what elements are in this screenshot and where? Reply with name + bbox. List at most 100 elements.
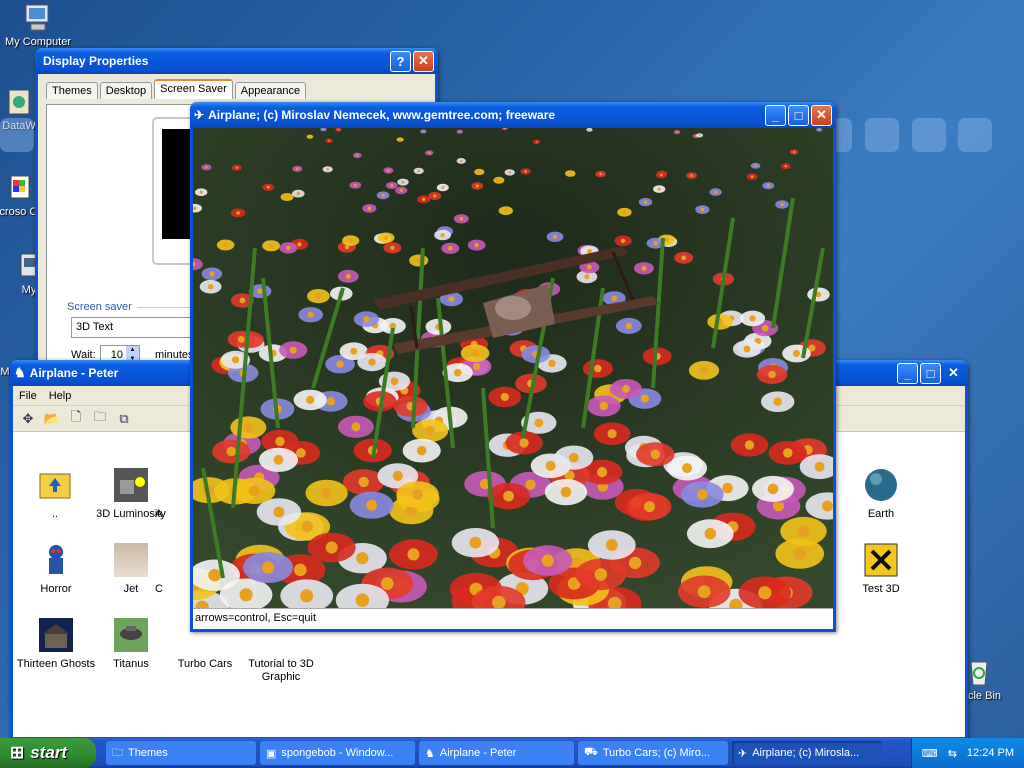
task-airplane-peter[interactable]: ♞ Airplane - Peter — [419, 741, 574, 765]
flower-center — [381, 193, 385, 197]
title-bar[interactable]: ✈ Airplane; (c) Miroslav Nemecek, www.ge… — [190, 102, 836, 128]
flower-center — [428, 151, 431, 154]
desktop-icon-my-computer[interactable]: My Computer — [3, 2, 73, 48]
flower-center — [315, 293, 322, 299]
flower-center — [249, 485, 260, 497]
close-button[interactable]: ✕ — [413, 50, 434, 72]
flower-center — [322, 128, 325, 131]
flower-center — [390, 245, 395, 250]
flower-center — [286, 245, 291, 251]
file-label: Horror — [40, 583, 72, 595]
desktop-decoration — [865, 118, 899, 152]
minimize-button[interactable]: _ — [897, 362, 918, 384]
flower-center — [587, 248, 592, 254]
flower-center — [448, 296, 455, 302]
flower-center — [552, 234, 558, 239]
test-3d-icon — [864, 543, 898, 577]
task-airplane-game[interactable]: ✈ Airplane; (c) Mirosla... — [732, 741, 882, 765]
title-bar[interactable]: Display Properties ? ✕ — [35, 48, 438, 74]
flower-center — [660, 173, 663, 177]
close-button[interactable]: ✕ — [811, 104, 832, 126]
flower-center — [821, 500, 833, 512]
tab-themes[interactable]: Themes — [46, 82, 98, 99]
move-icon[interactable]: ✥ — [19, 410, 37, 428]
task-turbo-cars[interactable]: ⛟ Turbo Cars; (c) Miro... — [578, 741, 728, 765]
window-title: Display Properties — [43, 54, 149, 68]
flower-center — [471, 349, 479, 357]
flower-center — [524, 170, 527, 173]
flower-center — [611, 295, 618, 302]
desktop-decoration — [912, 118, 946, 152]
file-item[interactable]: C — [155, 543, 195, 596]
game-viewport[interactable] — [193, 128, 833, 608]
menu-help[interactable]: Help — [49, 390, 72, 402]
flower-center — [266, 185, 270, 189]
flower-center — [300, 589, 314, 603]
flower-center — [704, 527, 717, 540]
flower-center — [503, 490, 514, 502]
tab-screen-saver[interactable]: Screen Saver — [154, 79, 233, 99]
menu-file[interactable]: File — [19, 390, 37, 402]
flower-center — [231, 356, 240, 364]
flower-center — [236, 211, 240, 215]
flower-center — [367, 206, 372, 211]
file-item[interactable]: Test 3D — [841, 543, 921, 596]
flower-center — [676, 131, 678, 133]
minimize-button[interactable]: _ — [765, 104, 786, 126]
keyboard-icon[interactable]: ⌨ — [922, 747, 938, 760]
flower-center — [697, 489, 708, 500]
copy-icon[interactable]: ⧉ — [115, 410, 133, 428]
flower-center — [535, 141, 538, 143]
flower-center — [650, 449, 661, 460]
file-item[interactable]: Earth — [841, 468, 921, 521]
flower-center — [767, 483, 779, 495]
flower-center — [348, 238, 353, 243]
task-themes[interactable]: 🗀 Themes — [106, 741, 256, 765]
help-button[interactable]: ? — [390, 50, 411, 72]
flower-center — [784, 165, 787, 168]
car-icon: ⛟ — [584, 746, 598, 758]
flower-center — [387, 169, 390, 172]
task-spongebob[interactable]: ▣ spongebob - Window... — [260, 741, 415, 765]
flower-center — [698, 134, 701, 137]
flower-center — [326, 397, 336, 406]
desktop-decoration — [0, 118, 34, 152]
open-folder-icon[interactable]: 📂 — [43, 410, 61, 428]
tab-appearance[interactable]: Appearance — [234, 82, 307, 99]
flower-center — [441, 186, 445, 189]
file-item[interactable]: Horror — [16, 543, 96, 596]
network-icon[interactable]: ⇆ — [948, 747, 957, 760]
flower-center — [758, 586, 772, 600]
file-item[interactable]: A — [155, 468, 195, 521]
flower-center — [390, 377, 399, 386]
flower-center — [722, 482, 733, 494]
flower-center — [399, 188, 403, 192]
flower-center — [356, 552, 369, 565]
flower-center — [296, 192, 300, 196]
flower-center — [744, 440, 755, 450]
flower-center — [296, 448, 306, 458]
jet-icon — [114, 543, 148, 577]
folder-icon[interactable]: 🗀 — [91, 409, 109, 428]
flower-center — [351, 422, 361, 432]
flower-center — [605, 539, 618, 551]
app-icon: ♞ — [425, 747, 435, 760]
maximize-button[interactable]: □ — [920, 362, 941, 384]
file-item-parent[interactable]: .. — [15, 468, 95, 521]
new-file-icon[interactable]: 🗋 — [67, 409, 85, 428]
maximize-button[interactable]: □ — [788, 104, 809, 126]
flower-center — [628, 556, 642, 570]
start-button[interactable]: ⊞ start — [0, 738, 96, 768]
file-item[interactable]: Titanus — [91, 618, 171, 671]
flower-center — [412, 489, 423, 500]
flower-center — [422, 197, 426, 201]
clock[interactable]: 12:24 PM — [967, 747, 1014, 759]
flower-center — [257, 288, 263, 294]
flower-center — [422, 130, 425, 133]
file-item[interactable]: Thirteen Ghosts — [16, 618, 96, 671]
flower-center — [390, 184, 394, 187]
flower-center — [599, 172, 602, 176]
flower-center — [714, 190, 718, 194]
tab-desktop[interactable]: Desktop — [99, 82, 153, 99]
close-button[interactable]: ✕ — [943, 363, 964, 384]
